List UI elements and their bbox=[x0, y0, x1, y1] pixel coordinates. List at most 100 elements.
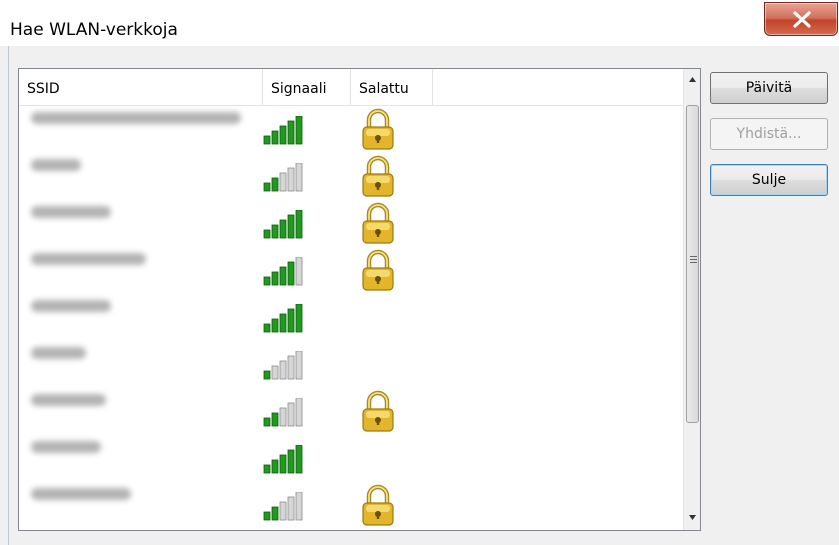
signal-bar bbox=[271, 130, 279, 145]
grip-line bbox=[690, 259, 697, 260]
connect-button[interactable]: Yhdistä... bbox=[710, 118, 828, 150]
grip-line bbox=[690, 256, 697, 257]
close-window-button[interactable] bbox=[764, 2, 838, 36]
signal-strength-icon bbox=[263, 210, 303, 239]
signal-bar bbox=[287, 167, 295, 192]
signal-bar bbox=[271, 412, 279, 427]
lock-icon bbox=[362, 108, 394, 150]
signal-bar bbox=[263, 182, 271, 192]
table-row[interactable] bbox=[19, 106, 683, 153]
signal-bar bbox=[279, 360, 287, 380]
signal-bar bbox=[279, 125, 287, 145]
close-button[interactable]: Sulje bbox=[710, 164, 828, 196]
signal-bar bbox=[271, 506, 279, 521]
table-row[interactable] bbox=[19, 294, 683, 341]
signal-bar bbox=[263, 135, 271, 145]
signal-strength-icon bbox=[263, 351, 303, 380]
signal-bar bbox=[279, 501, 287, 521]
ssid-redacted bbox=[31, 347, 86, 359]
signal-bar bbox=[279, 172, 287, 192]
signal-bar bbox=[287, 449, 295, 474]
signal-bar bbox=[279, 219, 287, 239]
column-header-encrypted[interactable]: Salattu bbox=[351, 69, 433, 105]
signal-strength-icon bbox=[263, 116, 303, 145]
scroll-up-arrow[interactable] bbox=[684, 71, 700, 88]
ssid-redacted bbox=[31, 206, 111, 218]
signal-bar bbox=[287, 214, 295, 239]
ssid-redacted bbox=[31, 159, 81, 171]
signal-bar bbox=[263, 417, 271, 427]
signal-bar bbox=[295, 163, 303, 192]
signal-bar bbox=[271, 177, 279, 192]
column-header-ssid[interactable]: SSID bbox=[19, 69, 263, 105]
arrow-up-icon bbox=[689, 77, 696, 82]
signal-bar bbox=[287, 261, 295, 286]
signal-bar bbox=[295, 398, 303, 427]
column-header-signal[interactable]: Signaali bbox=[263, 69, 351, 105]
grip-line bbox=[690, 262, 697, 263]
signal-bar bbox=[279, 407, 287, 427]
signal-bar bbox=[287, 355, 295, 380]
signal-bar bbox=[287, 120, 295, 145]
signal-strength-icon bbox=[263, 445, 303, 474]
column-header-empty bbox=[433, 69, 683, 105]
signal-bar bbox=[263, 276, 271, 286]
lock-icon bbox=[362, 202, 394, 244]
vertical-scrollbar[interactable] bbox=[683, 69, 700, 530]
table-row[interactable] bbox=[19, 200, 683, 247]
signal-bar bbox=[263, 511, 271, 521]
signal-bar bbox=[295, 210, 303, 239]
ssid-redacted bbox=[31, 300, 111, 312]
signal-bar bbox=[263, 464, 271, 474]
lock-icon bbox=[362, 390, 394, 432]
signal-bar bbox=[263, 229, 271, 239]
signal-bar bbox=[295, 492, 303, 521]
table-row[interactable] bbox=[19, 341, 683, 388]
list-header: SSID Signaali Salattu bbox=[19, 69, 683, 106]
signal-bar bbox=[271, 318, 279, 333]
signal-bar bbox=[279, 454, 287, 474]
scroll-down-arrow[interactable] bbox=[684, 509, 700, 526]
signal-strength-icon bbox=[263, 398, 303, 427]
title-bar: Hae WLAN-verkkoja bbox=[0, 0, 839, 46]
window-title: Hae WLAN-verkkoja bbox=[10, 20, 178, 40]
ssid-redacted bbox=[31, 112, 241, 124]
scroll-thumb[interactable] bbox=[686, 105, 699, 423]
signal-bar bbox=[279, 313, 287, 333]
signal-bar bbox=[279, 266, 287, 286]
table-row[interactable] bbox=[19, 435, 683, 482]
signal-bar bbox=[287, 308, 295, 333]
refresh-button[interactable]: Päivitä bbox=[710, 72, 828, 104]
table-row[interactable] bbox=[19, 247, 683, 294]
network-list[interactable]: SSID Signaali Salattu bbox=[18, 68, 701, 531]
ssid-redacted bbox=[31, 253, 146, 265]
lock-icon bbox=[362, 249, 394, 291]
signal-bar bbox=[271, 365, 279, 380]
signal-bar bbox=[263, 323, 271, 333]
signal-bar bbox=[295, 257, 303, 286]
close-x-icon bbox=[793, 11, 811, 28]
signal-bar bbox=[271, 459, 279, 474]
signal-strength-icon bbox=[263, 492, 303, 521]
ssid-redacted bbox=[31, 394, 106, 406]
table-row[interactable] bbox=[19, 153, 683, 200]
signal-bar bbox=[295, 351, 303, 380]
signal-bar bbox=[263, 370, 271, 380]
table-row[interactable] bbox=[19, 482, 683, 529]
signal-strength-icon bbox=[263, 304, 303, 333]
signal-bar bbox=[287, 402, 295, 427]
signal-bar bbox=[271, 224, 279, 239]
ssid-redacted bbox=[31, 488, 131, 500]
lock-icon bbox=[362, 155, 394, 197]
arrow-down-icon bbox=[689, 515, 696, 520]
signal-bar bbox=[295, 445, 303, 474]
signal-bar bbox=[287, 496, 295, 521]
ssid-redacted bbox=[31, 441, 101, 453]
signal-strength-icon bbox=[263, 257, 303, 286]
signal-bar bbox=[271, 271, 279, 286]
wlan-search-dialog: Hae WLAN-verkkoja SSID Signaali Salattu bbox=[0, 0, 839, 545]
table-row[interactable] bbox=[19, 388, 683, 435]
signal-bar bbox=[295, 116, 303, 145]
signal-strength-icon bbox=[263, 163, 303, 192]
lock-icon bbox=[362, 484, 394, 526]
